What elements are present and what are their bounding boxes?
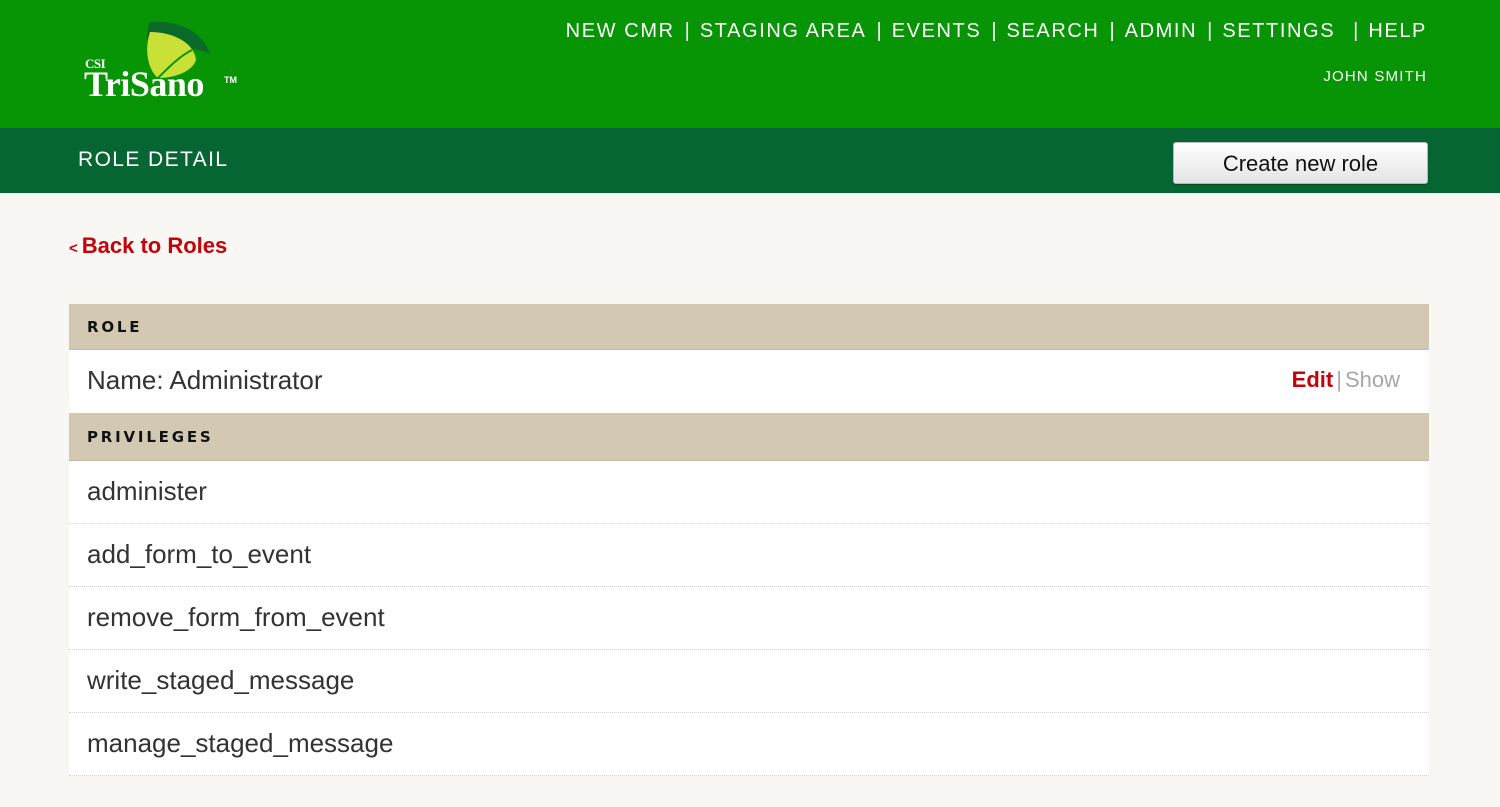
back-arrow-icon: < bbox=[69, 240, 78, 257]
logo-tm-text: TM bbox=[224, 75, 237, 85]
trisano-logo[interactable]: CSI TriSano TM bbox=[84, 20, 244, 108]
top-nav: NEW CMR | STAGING AREA | EVENTS | SEARCH… bbox=[566, 20, 1427, 43]
privilege-row: manage_staged_message bbox=[69, 713, 1429, 776]
create-new-role-button[interactable]: Create new role bbox=[1173, 142, 1428, 184]
nav-new-cmr[interactable]: NEW CMR bbox=[566, 20, 675, 43]
nav-separator: | bbox=[876, 20, 882, 42]
nav-separator: | bbox=[684, 20, 690, 42]
privilege-row: administer bbox=[69, 461, 1429, 524]
nav-separator: | bbox=[1109, 20, 1115, 42]
nav-separator: | bbox=[991, 20, 997, 42]
role-actions: Edit | Show bbox=[1292, 350, 1400, 410]
nav-separator: | bbox=[1207, 20, 1213, 42]
role-detail-panel: ROLE Name: Administrator Edit | Show PRIVI… bbox=[69, 304, 1429, 776]
back-to-roles-link[interactable]: < Back to Roles bbox=[69, 233, 227, 259]
current-user-name[interactable]: JOHN SMITH bbox=[1323, 68, 1427, 85]
role-section-header: ROLE bbox=[69, 304, 1429, 350]
top-header-bar: CSI TriSano TM NEW CMR | STAGING AREA | … bbox=[0, 0, 1500, 128]
page-header-bar: ROLE DETAIL Create new role bbox=[0, 128, 1500, 193]
page-title: ROLE DETAIL bbox=[78, 148, 229, 171]
nav-admin[interactable]: ADMIN bbox=[1125, 20, 1197, 43]
nav-staging-area[interactable]: STAGING AREA bbox=[700, 20, 867, 43]
nav-search[interactable]: SEARCH bbox=[1007, 20, 1100, 43]
role-name-row: Name: Administrator Edit | Show bbox=[69, 350, 1429, 413]
edit-role-link[interactable]: Edit bbox=[1292, 367, 1334, 392]
role-name-text: Name: Administrator bbox=[87, 365, 323, 395]
nav-separator: | bbox=[1353, 20, 1359, 42]
privileges-section-header: PRIVILEGES bbox=[69, 413, 1429, 461]
nav-help[interactable]: HELP bbox=[1368, 20, 1427, 43]
back-link-label: Back to Roles bbox=[81, 233, 228, 258]
nav-events[interactable]: EVENTS bbox=[892, 20, 982, 43]
privilege-row: remove_form_from_event bbox=[69, 587, 1429, 650]
privilege-row: write_staged_message bbox=[69, 650, 1429, 713]
nav-settings[interactable]: SETTINGS bbox=[1222, 20, 1335, 43]
logo-name-text: TriSano bbox=[84, 64, 204, 104]
action-separator: | bbox=[1336, 367, 1342, 392]
privilege-row: add_form_to_event bbox=[69, 524, 1429, 587]
show-role-link[interactable]: Show bbox=[1345, 367, 1400, 392]
